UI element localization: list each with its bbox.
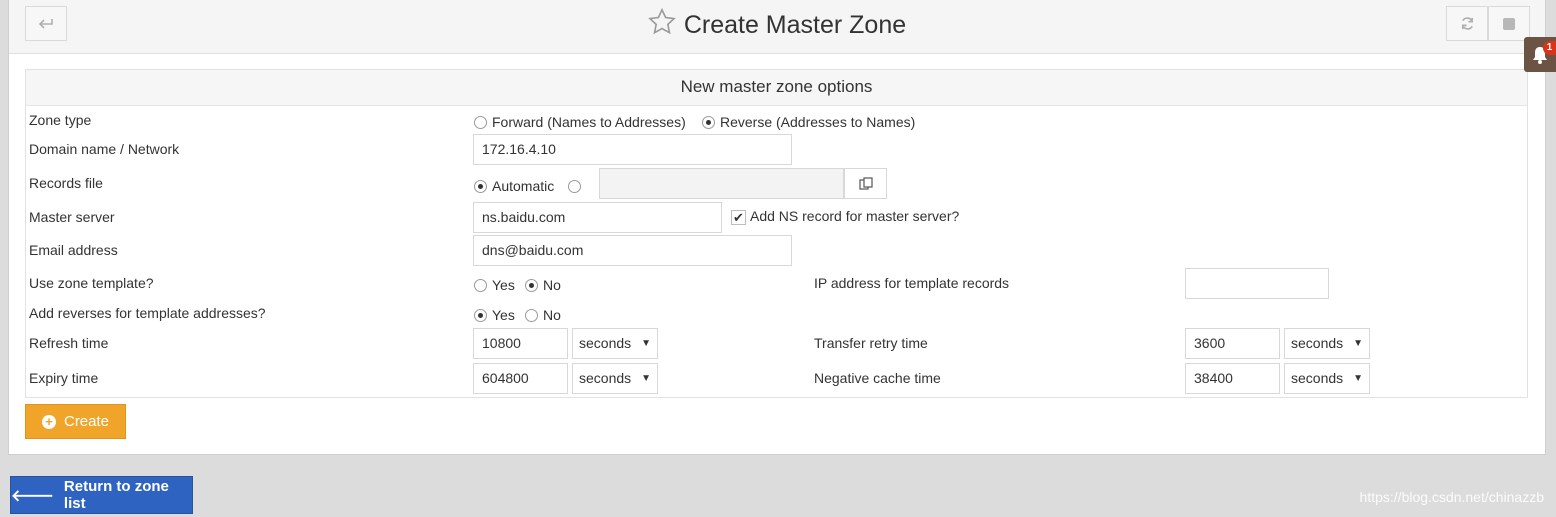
email-input[interactable]: dns@baidu.com: [473, 235, 792, 266]
transfer-retry-input[interactable]: 3600: [1185, 328, 1280, 359]
template-ip-input[interactable]: [1185, 268, 1329, 299]
add-ns-label: Add NS record for master server?: [750, 208, 960, 224]
add-reverses-yes-label: Yes: [492, 307, 515, 323]
stop-button[interactable]: [1488, 6, 1530, 41]
custom-file-radio[interactable]: [568, 180, 581, 193]
domain-label: Domain name / Network: [29, 141, 180, 157]
records-file-label: Records file: [29, 175, 103, 191]
master-server-input[interactable]: ns.baidu.com: [473, 202, 722, 233]
use-template-label: Use zone template?: [29, 275, 154, 291]
create-button[interactable]: + Create: [25, 404, 126, 439]
records-custom-option[interactable]: [568, 178, 586, 194]
zone-options-form: New master zone options Zone type Forwar…: [25, 69, 1528, 398]
refresh-icon: [1461, 17, 1473, 30]
checkmark-icon: ✔: [733, 210, 744, 225]
use-template-no-option[interactable]: No: [525, 277, 561, 293]
add-reverses-label: Add reverses for template addresses?: [29, 305, 266, 321]
star-icon[interactable]: [647, 8, 676, 35]
plus-circle-icon: +: [41, 414, 56, 429]
forward-label: Forward (Names to Addresses): [492, 114, 686, 130]
refresh-unit-select[interactable]: seconds ▼: [572, 328, 658, 359]
email-label: Email address: [29, 242, 118, 258]
records-automatic-option[interactable]: Automatic: [474, 178, 554, 194]
transfer-retry-unit-value: seconds: [1291, 335, 1344, 351]
expiry-label: Expiry time: [29, 370, 99, 386]
file-chooser-button[interactable]: [844, 168, 887, 199]
main-panel: Create Master Zone New master zone optio…: [8, 0, 1546, 455]
reverse-label: Reverse (Addresses to Names): [720, 114, 916, 130]
forward-radio[interactable]: [474, 116, 487, 129]
expiry-unit-value: seconds: [579, 370, 632, 386]
notification-button[interactable]: 1: [1524, 37, 1556, 72]
use-template-yes-option[interactable]: Yes: [474, 277, 515, 293]
zone-type-forward-option[interactable]: Forward (Names to Addresses): [474, 114, 686, 130]
add-reverses-no-option[interactable]: No: [525, 307, 561, 323]
negative-cache-unit-value: seconds: [1291, 370, 1344, 386]
refresh-label: Refresh time: [29, 335, 109, 351]
add-reverses-yes-radio[interactable]: [474, 309, 487, 322]
use-template-no-radio[interactable]: [525, 279, 538, 292]
dropdown-caret-icon: ▼: [1353, 338, 1363, 349]
dropdown-caret-icon: ▼: [641, 338, 651, 349]
notification-count-badge: 1: [1543, 41, 1556, 55]
use-template-yes-radio[interactable]: [474, 279, 487, 292]
return-button-label: Return to zone list: [63, 478, 169, 512]
stop-icon: [1503, 17, 1515, 30]
add-ns-checkbox[interactable]: ✔: [731, 210, 746, 225]
section-header: New master zone options: [26, 70, 1527, 106]
negative-cache-label: Negative cache time: [814, 370, 941, 386]
arrow-left-icon: 🡐: [11, 487, 54, 505]
domain-input[interactable]: 172.16.4.10: [473, 134, 792, 165]
page-title: Create Master Zone: [683, 11, 907, 39]
use-template-yes-label: Yes: [492, 277, 515, 293]
return-to-zone-list-button[interactable]: 🡐 Return to zone list: [10, 476, 193, 514]
page-title-wrap: Create Master Zone: [9, 8, 1545, 40]
dropdown-caret-icon: ▼: [1353, 373, 1363, 384]
zone-type-reverse-option[interactable]: Reverse (Addresses to Names): [702, 114, 915, 130]
records-file-input[interactable]: [599, 168, 844, 199]
automatic-radio[interactable]: [474, 180, 487, 193]
refresh-button[interactable]: [1446, 6, 1488, 41]
transfer-retry-label: Transfer retry time: [814, 335, 928, 351]
transfer-retry-unit-select[interactable]: seconds ▼: [1284, 328, 1370, 359]
refresh-unit-value: seconds: [579, 335, 632, 351]
file-chooser-icon: [858, 176, 873, 190]
negative-cache-unit-select[interactable]: seconds ▼: [1284, 363, 1370, 394]
reverse-radio[interactable]: [702, 116, 715, 129]
use-template-no-label: No: [543, 277, 561, 293]
create-button-label: Create: [63, 413, 110, 430]
expiry-input[interactable]: 604800: [473, 363, 568, 394]
refresh-input[interactable]: 10800: [473, 328, 568, 359]
dropdown-caret-icon: ▼: [641, 373, 651, 384]
template-ip-label: IP address for template records: [814, 275, 1010, 291]
zone-type-label: Zone type: [29, 112, 92, 128]
add-reverses-no-label: No: [543, 307, 561, 323]
title-bar: Create Master Zone: [9, 0, 1545, 54]
expiry-unit-select[interactable]: seconds ▼: [572, 363, 658, 394]
add-reverses-no-radio[interactable]: [525, 309, 538, 322]
automatic-label: Automatic: [492, 178, 555, 194]
negative-cache-input[interactable]: 38400: [1185, 363, 1280, 394]
master-server-label: Master server: [29, 209, 115, 225]
add-reverses-yes-option[interactable]: Yes: [474, 307, 515, 323]
watermark-text: https://blog.csdn.net/chinazzb: [1359, 489, 1544, 505]
